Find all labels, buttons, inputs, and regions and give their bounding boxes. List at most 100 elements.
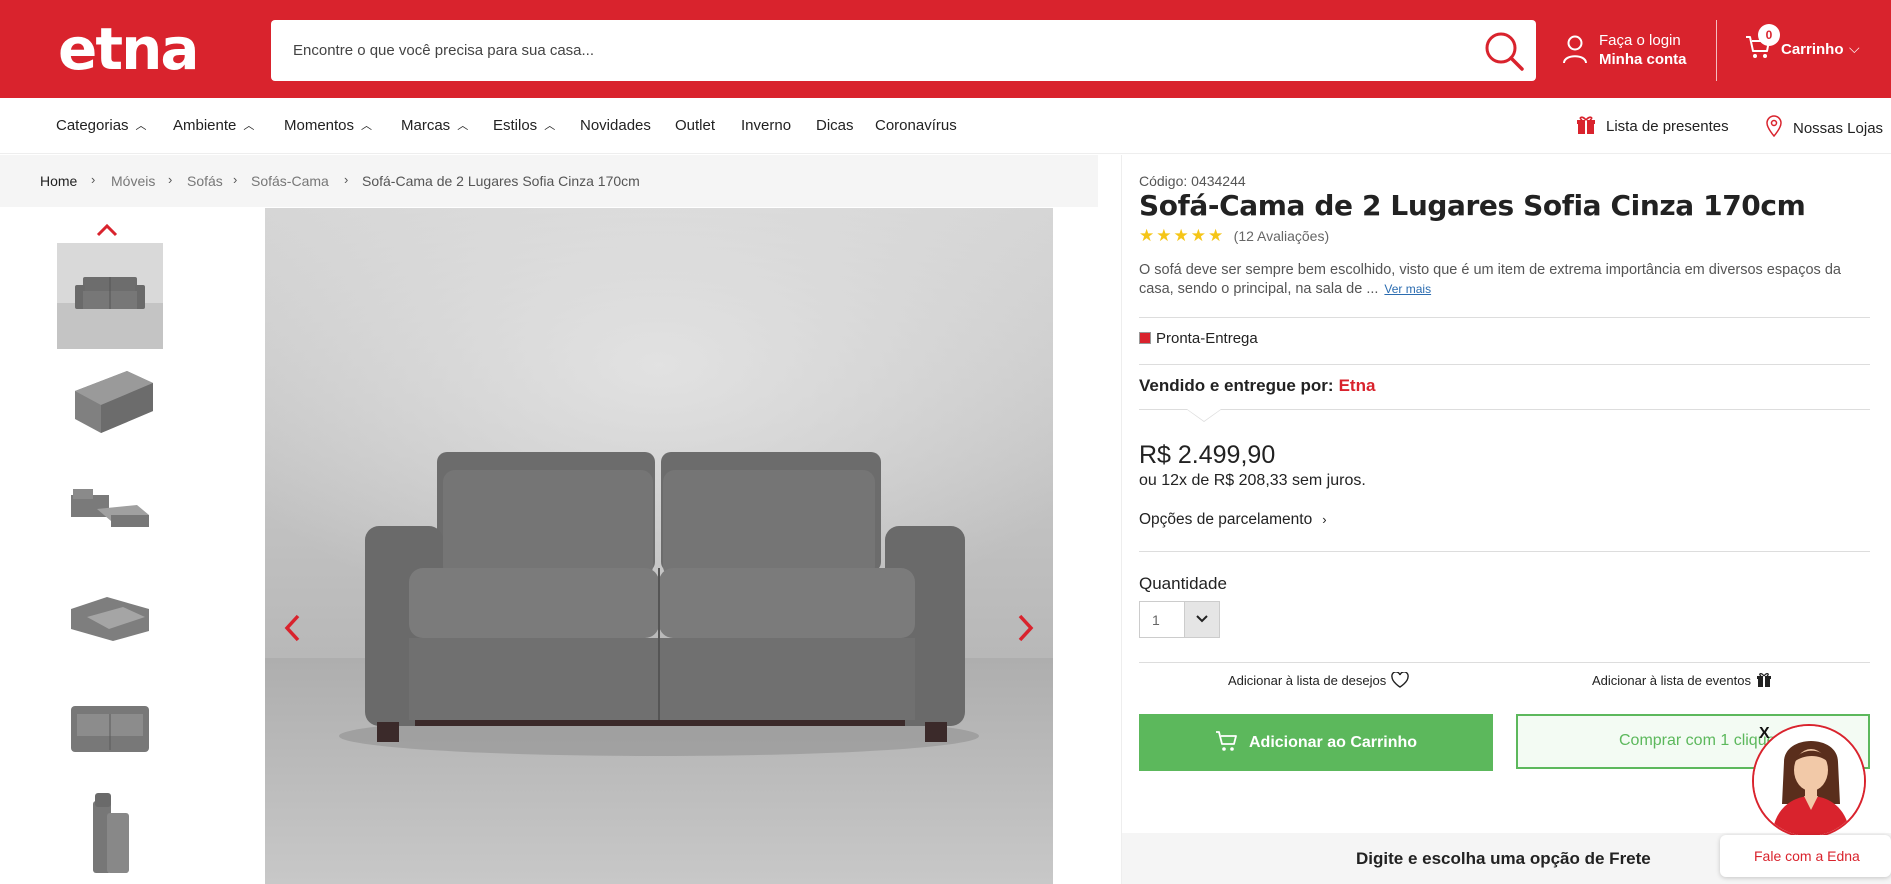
divider — [1139, 662, 1870, 663]
chevron-up-icon: ︿ — [457, 120, 469, 132]
chat-close-button[interactable]: X — [1759, 725, 1770, 743]
nav-label: Momentos — [284, 117, 355, 134]
next-image-arrow[interactable] — [1016, 613, 1036, 643]
breadcrumb: Home › Móveis › Sofás › Sofás-Cama › Sof… — [0, 155, 1098, 207]
installments-text: ou 12x de R$ 208,33 sem juros. — [1139, 472, 1366, 489]
chevron-down-icon: ⌵ — [1849, 40, 1860, 56]
star-rating-icons: ★★★★★ — [1139, 226, 1226, 245]
product-price: R$ 2.499,90 — [1139, 441, 1276, 469]
thumbnail-6[interactable] — [57, 783, 163, 884]
nav-coronavirus[interactable]: Coronavírus — [875, 117, 957, 134]
divider — [1139, 317, 1870, 318]
chevron-up-icon: ︿ — [243, 120, 255, 132]
payment-options-label: Opções de parcelamento — [1139, 511, 1313, 528]
divider — [1139, 551, 1870, 552]
nav-outlet[interactable]: Outlet — [675, 117, 715, 134]
add-to-cart-button[interactable]: Adicionar ao Carrinho — [1139, 714, 1493, 771]
rating[interactable]: ★★★★★ (12 Avaliações) — [1139, 226, 1329, 246]
sold-by-label: Vendido e entregue por: — [1139, 376, 1334, 395]
quantity-select[interactable]: 1 — [1139, 601, 1220, 638]
stores-label: Nossas Lojas — [1793, 120, 1884, 137]
chat-label: Fale com a Edna — [1754, 848, 1860, 864]
chevron-up-icon: ︿ — [361, 120, 373, 132]
location-pin-icon — [1766, 115, 1782, 138]
thumbnail-1[interactable] — [57, 243, 163, 349]
eventlist-label: Adicionar à lista de eventos — [1592, 673, 1751, 688]
quantity-dropdown-button[interactable] — [1184, 602, 1219, 637]
top-header: etna Faça o login Minha conta 0 Carrinho… — [0, 0, 1891, 98]
chevron-right-icon: › — [233, 172, 238, 187]
sofa-main-image — [265, 208, 1053, 884]
quantity-value: 1 — [1152, 612, 1160, 628]
chevron-right-icon: › — [168, 172, 173, 187]
search-button[interactable] — [1482, 29, 1526, 73]
sofa-bed-open-thumb — [71, 489, 149, 527]
breadcrumb-sofas[interactable]: Sofás — [187, 173, 223, 189]
payment-options-link[interactable]: Opções de parcelamento › — [1139, 511, 1327, 529]
thumbnail-up-arrow[interactable] — [96, 222, 118, 238]
chevron-right-icon: › — [344, 172, 349, 187]
add-to-wishlist[interactable]: Adicionar à lista de desejos — [1228, 671, 1410, 688]
main-product-image — [265, 208, 1053, 884]
breadcrumb-home[interactable]: Home — [40, 173, 77, 189]
stores-link[interactable]: Nossas Lojas — [1765, 115, 1884, 138]
nav-momentos[interactable]: Momentos ︿ — [284, 117, 372, 134]
previous-image-arrow[interactable] — [282, 613, 302, 643]
thumbnail-4[interactable] — [57, 567, 163, 673]
chevron-up-icon: ︿ — [135, 120, 147, 132]
sofa-bed-half-thumb — [71, 597, 149, 641]
gift-list-label: Lista de presentes — [1606, 118, 1729, 135]
thumbnail-3[interactable] — [57, 459, 163, 565]
review-count: (12 Avaliações) — [1233, 228, 1330, 244]
nav-marcas[interactable]: Marcas ︿ — [401, 117, 468, 134]
product-title: Sofá-Cama de 2 Lugares Sofia Cinza 170cm — [1139, 189, 1806, 222]
nav-label: Categorias — [56, 117, 129, 134]
chat-bubble[interactable]: Fale com a Edna — [1720, 835, 1891, 877]
breadcrumb-moveis[interactable]: Móveis — [111, 173, 155, 189]
code-value: 0434244 — [1191, 173, 1246, 189]
divider — [1139, 364, 1870, 365]
nav-categorias[interactable]: Categorias ︿ — [56, 117, 147, 134]
chevron-down-icon — [1196, 615, 1208, 623]
seller-name[interactable]: Etna — [1339, 376, 1376, 395]
search-icon — [1485, 32, 1524, 71]
code-label: Código: — [1139, 173, 1188, 189]
gift-list-link[interactable]: Lista de presentes — [1576, 115, 1729, 135]
shipping-title: Digite e escolha uma opção de Frete — [1356, 849, 1651, 868]
nav-novidades[interactable]: Novidades — [580, 117, 651, 134]
ready-delivery: Pronta-Entrega — [1139, 330, 1258, 347]
nav-label: Marcas — [401, 117, 451, 134]
add-to-eventlist[interactable]: Adicionar à lista de eventos — [1592, 672, 1772, 688]
main-nav: Categorias ︿ Ambiente ︿ Momentos ︿ Marcas ︿ … — [0, 98, 1891, 154]
gift-icon — [1577, 116, 1595, 134]
cart-count-badge: 0 — [1758, 24, 1780, 46]
nav-ambiente[interactable]: Ambiente ︿ — [173, 117, 254, 134]
thumbnail-2[interactable] — [57, 353, 163, 459]
user-icon — [1563, 35, 1587, 64]
nav-label: Estilos — [493, 117, 538, 134]
product-code: Código: 0434244 — [1139, 173, 1246, 189]
search-input[interactable] — [293, 20, 1473, 81]
thumbnail-5[interactable] — [57, 674, 163, 780]
nav-estilos[interactable]: Estilos ︿ — [493, 117, 555, 134]
nav-inverno[interactable]: Inverno — [741, 117, 791, 134]
divider-notch-inner — [1187, 409, 1221, 421]
product-description: O sofá deve ser sempre bem escolhido, vi… — [1139, 261, 1873, 299]
login-text: Faça o login — [1599, 32, 1681, 49]
buy-one-click-label: Comprar com 1 clique — [1619, 732, 1776, 749]
see-more-link[interactable]: Ver mais — [1384, 282, 1431, 296]
sofa-front-thumb — [57, 243, 163, 349]
etna-logo[interactable]: etna — [58, 18, 199, 80]
nav-dicas[interactable]: Dicas — [816, 117, 854, 134]
wishlist-label: Adicionar à lista de desejos — [1228, 673, 1387, 688]
breadcrumb-sofas-cama[interactable]: Sofás-Cama — [251, 173, 329, 189]
header-divider — [1716, 20, 1717, 81]
chevron-up-icon: ︿ — [544, 120, 556, 132]
heart-icon — [1391, 671, 1410, 688]
nav-label: Ambiente — [173, 117, 237, 134]
my-account-text: Minha conta — [1599, 51, 1687, 68]
sofa-top-thumb — [71, 706, 149, 752]
ready-delivery-icon — [1139, 332, 1151, 344]
sofa-angle-thumb — [75, 371, 153, 433]
cart-icon — [1215, 731, 1237, 751]
